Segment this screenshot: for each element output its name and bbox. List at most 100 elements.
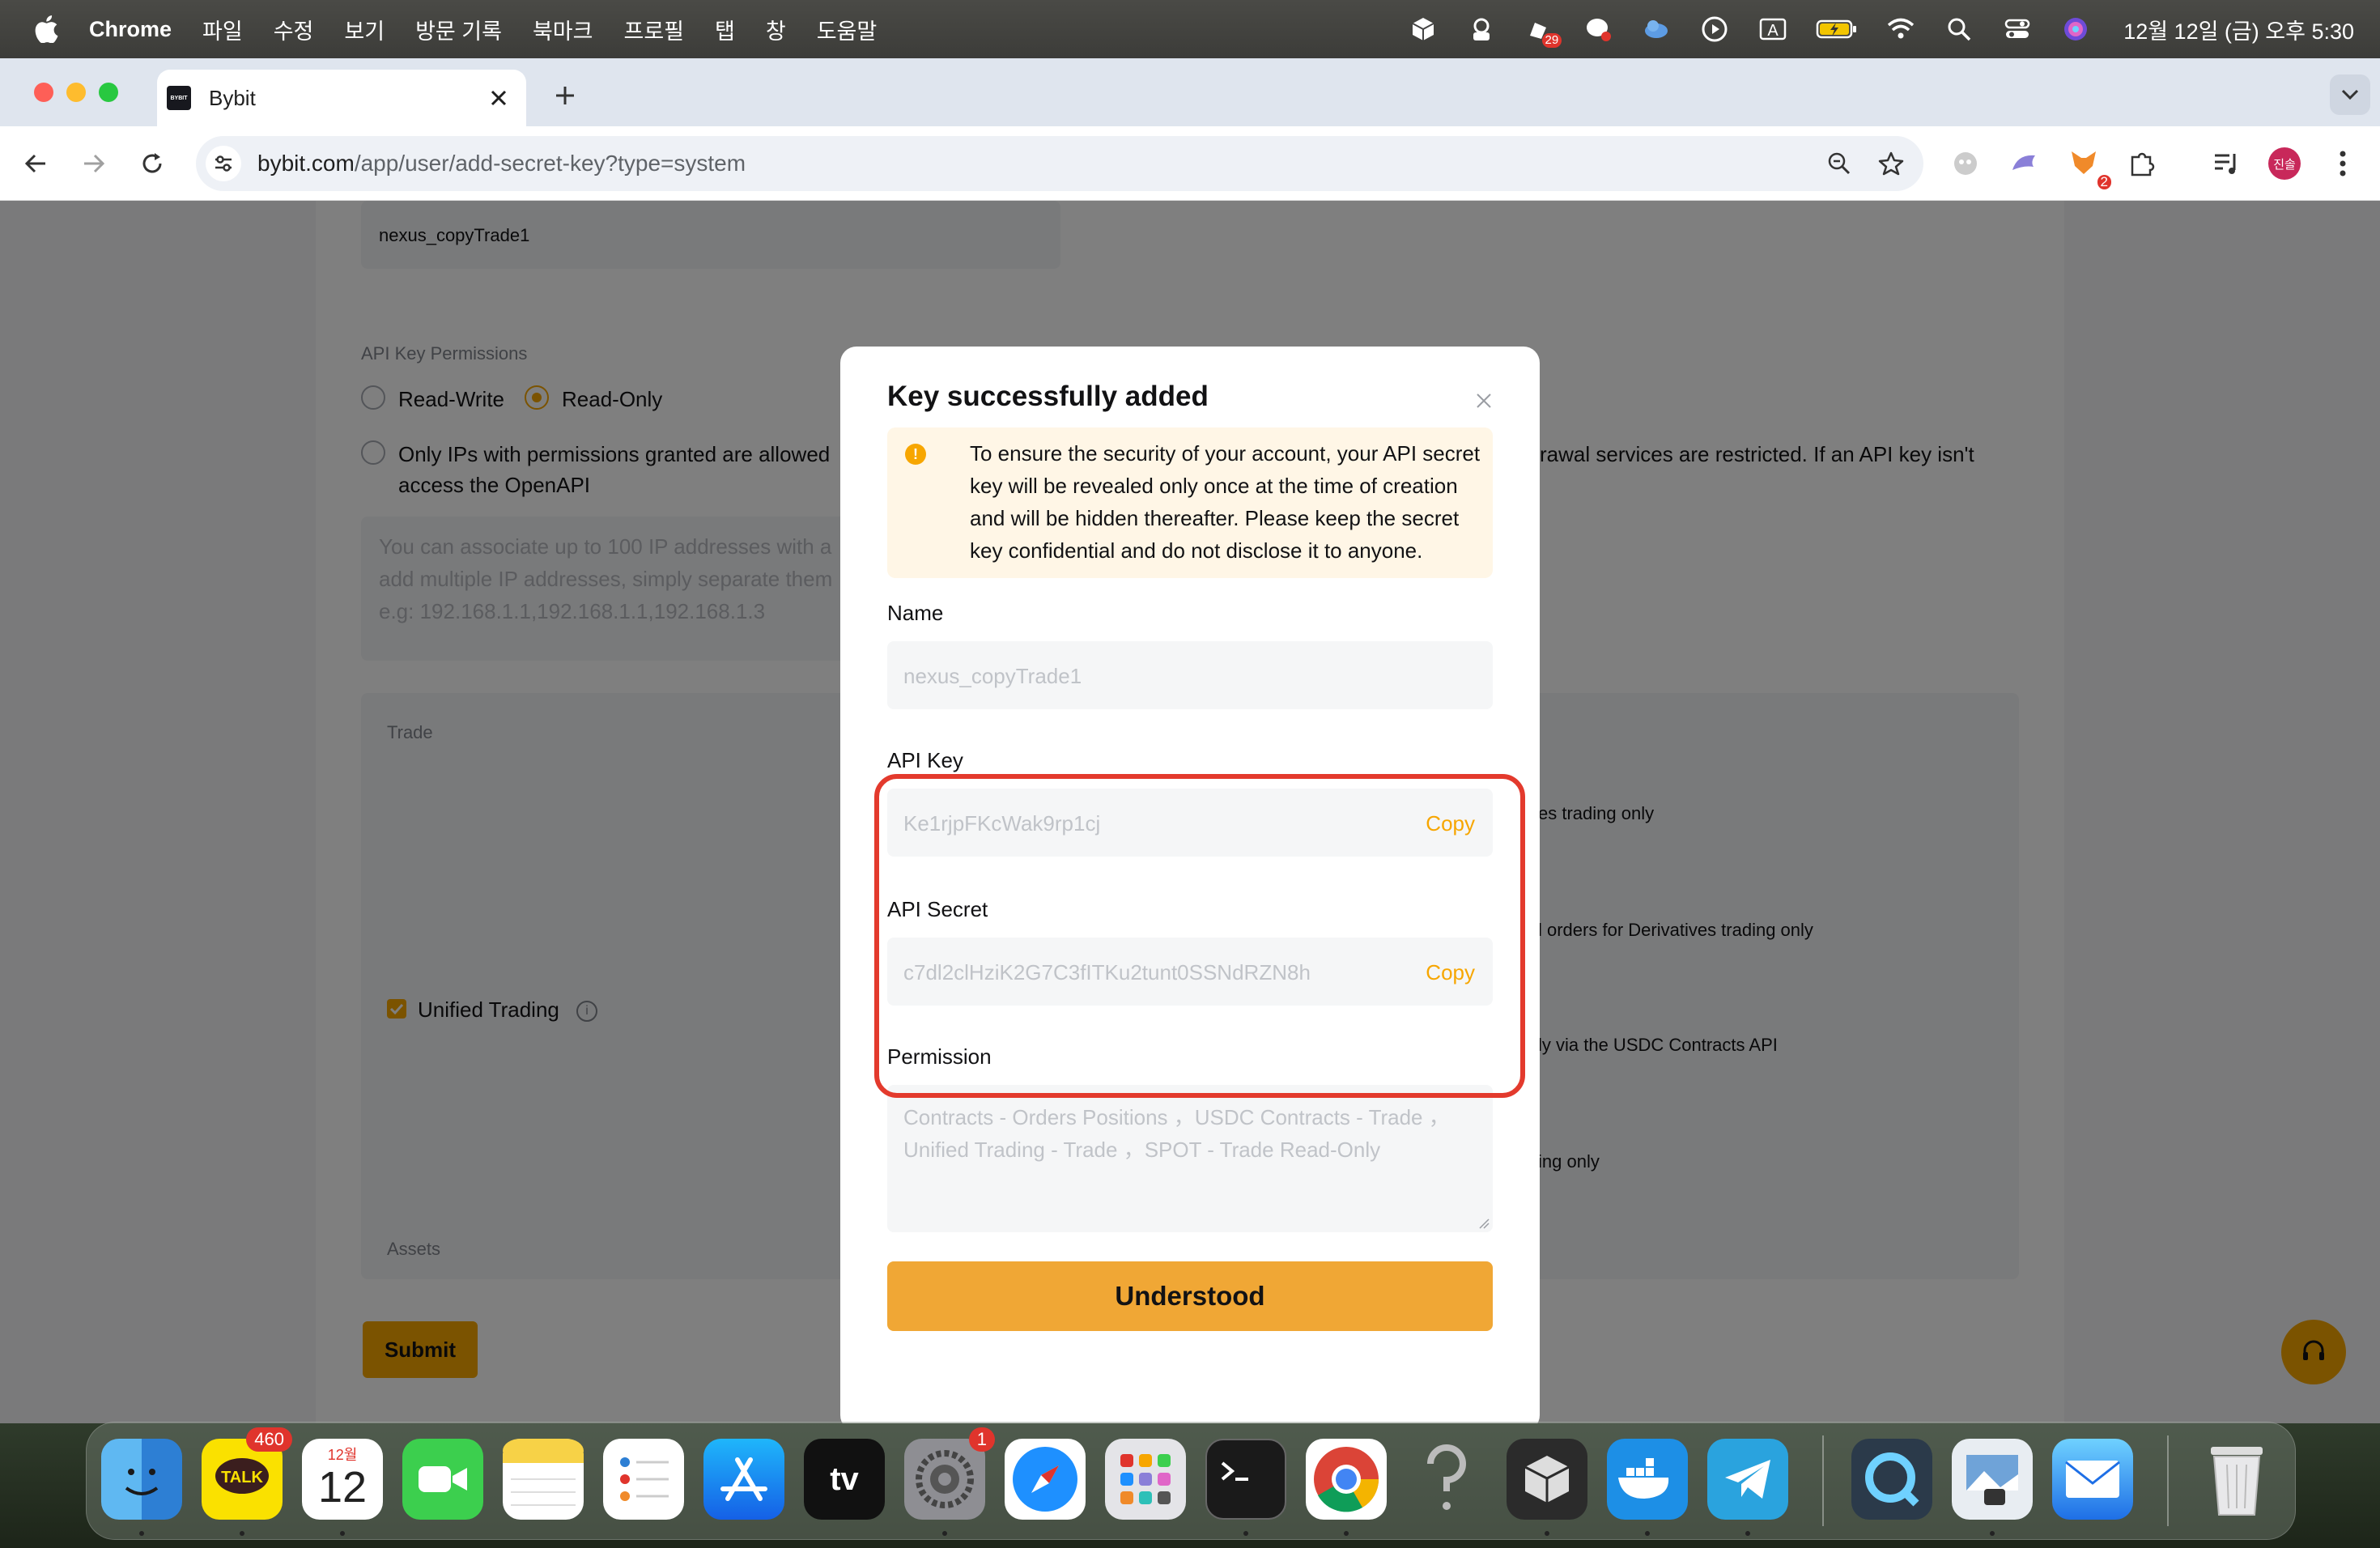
profile-initials: 진솔	[2273, 157, 2296, 172]
input-source-label: A	[1768, 22, 1779, 40]
menu-edit[interactable]: 수정	[274, 14, 314, 45]
dock-system-settings-icon[interactable]: 1	[904, 1427, 995, 1520]
dock-docker-icon[interactable]	[1607, 1439, 1688, 1520]
window-zoom-button[interactable]	[99, 83, 118, 102]
understood-button[interactable]: Understood	[887, 1261, 1493, 1331]
address-bar[interactable]: bybit.com/app/user/add-secret-key?type=s…	[196, 136, 1923, 191]
dock-finder-icon[interactable]	[101, 1439, 182, 1520]
dock-terminal-icon[interactable]	[1205, 1439, 1286, 1520]
input-source-icon[interactable]: A	[1757, 14, 1788, 45]
dock-launchpad-icon[interactable]	[1105, 1439, 1186, 1520]
api-key-label: API Key	[887, 748, 963, 772]
dock-chrome-icon[interactable]	[1306, 1439, 1387, 1520]
browser-toolbar: bybit.com/app/user/add-secret-key?type=s…	[0, 126, 2380, 201]
terminal-running-dot	[1243, 1531, 1248, 1536]
wifi-icon[interactable]	[1885, 14, 1916, 45]
macos-dock: TALK 460 12월 12 tv 1	[86, 1422, 2296, 1540]
status-area: 29 A 12월 12일 (금) 오후 5:30	[1408, 0, 2354, 58]
control-center-icon[interactable]	[2002, 14, 2033, 45]
notification-icon[interactable]: 29	[1524, 14, 1562, 48]
dock-preview-icon[interactable]	[1952, 1439, 2033, 1520]
box-icon[interactable]	[1408, 14, 1439, 45]
docker-running-dot	[1645, 1531, 1650, 1536]
profile-avatar[interactable]: 진솔	[2265, 144, 2304, 183]
bybit-favicon: BYBIT	[167, 86, 191, 110]
dock-app-store-icon[interactable]	[703, 1439, 784, 1520]
site-info-icon[interactable]	[206, 146, 241, 181]
siri-icon[interactable]	[2060, 14, 2091, 45]
settings-running-dot	[942, 1531, 947, 1536]
dialog-name-label: Name	[887, 601, 944, 625]
url-host: bybit.com	[257, 151, 355, 176]
url-text: bybit.com/app/user/add-secret-key?type=s…	[257, 151, 1820, 176]
warning-icon: !	[905, 444, 926, 465]
chrome-menu-icon[interactable]	[2323, 144, 2362, 183]
dock-reminders-icon[interactable]	[603, 1439, 684, 1520]
spotlight-icon[interactable]	[1944, 14, 1974, 45]
dock-quicktime-icon[interactable]	[1851, 1439, 1932, 1520]
extension-fox-icon[interactable]: 2	[2064, 144, 2111, 189]
dock-facetime-icon[interactable]	[402, 1439, 483, 1520]
settings-badge: 1	[968, 1427, 995, 1452]
menu-app-name[interactable]: Chrome	[89, 17, 172, 42]
dock-safari-icon[interactable]	[1005, 1439, 1086, 1520]
tv-label: tv	[830, 1461, 859, 1497]
dock-telegram-icon[interactable]	[1707, 1439, 1788, 1520]
chrome-running-dot	[1344, 1531, 1349, 1536]
browser-tab[interactable]: BYBIT Bybit	[157, 70, 526, 126]
extensions-puzzle-icon[interactable]	[2123, 144, 2161, 183]
permission-value: Contracts - Orders Positions ，USDC Contr…	[903, 1105, 1450, 1162]
dock-parallels-icon[interactable]	[1507, 1439, 1587, 1520]
zoom-icon[interactable]	[1820, 144, 1859, 183]
dock-notes-icon[interactable]	[503, 1439, 584, 1520]
tab-close-icon[interactable]	[482, 82, 515, 114]
extension-wing-icon[interactable]	[2004, 144, 2043, 183]
dialog-close-icon[interactable]	[1472, 389, 1496, 413]
chat-icon[interactable]	[1583, 14, 1613, 45]
parallels-running-dot	[1545, 1531, 1549, 1536]
kakaotalk-badge: 460	[246, 1427, 292, 1452]
macos-menu-bar: Chrome 파일 수정 보기 방문 기록 북마크 프로필 탭 창 도움말 29…	[0, 0, 2380, 58]
resize-handle-icon[interactable]	[1478, 1218, 1490, 1229]
tab-title: Bybit	[209, 85, 256, 110]
forward-button[interactable]	[74, 144, 113, 183]
puppet-icon[interactable]	[1466, 14, 1497, 45]
dock-calendar-icon[interactable]: 12월 12	[302, 1439, 383, 1520]
bookmark-star-icon[interactable]	[1872, 144, 1910, 183]
menu-bookmarks[interactable]: 북마크	[533, 14, 593, 45]
menu-window[interactable]: 창	[766, 14, 786, 45]
media-control-icon[interactable]	[2207, 144, 2246, 183]
apple-icon[interactable]	[34, 15, 58, 43]
preview-running-dot	[1990, 1531, 1995, 1536]
menubar-clock[interactable]: 12월 12일 (금) 오후 5:30	[2123, 14, 2354, 45]
dock-mail-icon[interactable]	[2052, 1439, 2133, 1520]
menu-tab[interactable]: 탭	[715, 14, 735, 45]
dialog-name-value: nexus_copyTrade1	[903, 664, 1082, 688]
cloud-icon[interactable]	[1641, 14, 1672, 45]
dock-trash-icon[interactable]	[2196, 1439, 2277, 1520]
battery-icon[interactable]	[1816, 14, 1858, 45]
menu-file[interactable]: 파일	[202, 14, 243, 45]
new-tab-button[interactable]	[547, 78, 583, 113]
security-notice: ! To ensure the security of your account…	[887, 427, 1493, 578]
permission-textarea[interactable]: Contracts - Orders Positions ，USDC Contr…	[887, 1085, 1493, 1232]
menu-help[interactable]: 도움말	[817, 14, 878, 45]
menu-history[interactable]: 방문 기록	[415, 14, 502, 45]
back-button[interactable]	[16, 144, 55, 183]
page-content: nexus_copyTrade1 API Key Permissions Rea…	[0, 201, 2380, 1423]
menu-profiles[interactable]: 프로필	[623, 14, 684, 45]
extension-badge: 2	[2097, 175, 2111, 189]
dock-unknown-app-icon[interactable]	[1406, 1439, 1487, 1520]
kakaotalk-running-dot	[240, 1531, 244, 1536]
notification-badge: 29	[1541, 33, 1562, 48]
reload-button[interactable]	[133, 144, 172, 183]
dock-apple-tv-icon[interactable]: tv	[804, 1439, 885, 1520]
window-close-button[interactable]	[34, 83, 53, 102]
extension-ghost-icon[interactable]	[1946, 144, 1985, 183]
calendar-month: 12월	[327, 1447, 358, 1463]
tab-search-button[interactable]	[2330, 74, 2370, 115]
menu-view[interactable]: 보기	[344, 14, 385, 45]
dock-kakaotalk-icon[interactable]: TALK 460	[202, 1427, 292, 1520]
window-minimize-button[interactable]	[66, 83, 86, 102]
play-icon[interactable]	[1699, 14, 1730, 45]
